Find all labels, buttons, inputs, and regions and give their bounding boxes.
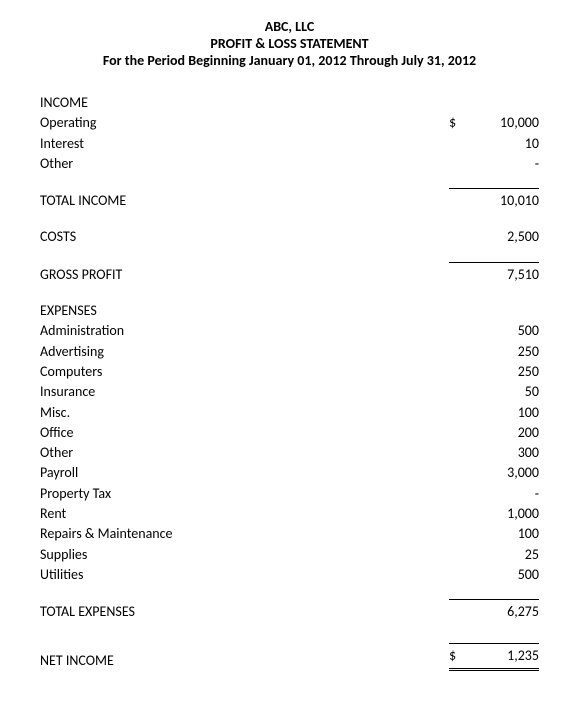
expenses-item-label: Insurance — [40, 382, 449, 402]
expenses-item-label: Computers — [40, 362, 449, 382]
expenses-line-item: Supplies25 — [40, 545, 539, 565]
total-expenses-value: 6,275 — [449, 599, 539, 622]
net-income-row: NET INCOME $ 1,235 — [40, 639, 539, 671]
report-period: For the Period Beginning January 01, 201… — [40, 52, 539, 69]
expenses-line-item: Utilities500 — [40, 565, 539, 585]
expenses-item-value: 100 — [449, 524, 539, 544]
expenses-line-item: Advertising250 — [40, 342, 539, 362]
expenses-item-value: 50 — [449, 382, 539, 402]
income-item-label: Other — [40, 154, 449, 174]
net-income-value: $ 1,235 — [449, 643, 539, 671]
report-header: ABC, LLC PROFIT & LOSS STATEMENT For the… — [40, 18, 539, 69]
expenses-item-label: Repairs & Maintenance — [40, 524, 449, 544]
total-expenses-row: TOTAL EXPENSES 6,275 — [40, 595, 539, 622]
expenses-item-value: 3,000 — [449, 463, 539, 483]
expenses-line-item: Computers250 — [40, 362, 539, 382]
income-item-label: Operating — [40, 113, 449, 133]
expenses-item-label: Office — [40, 423, 449, 443]
expenses-line-item: Other300 — [40, 443, 539, 463]
expenses-section-header: EXPENSES — [40, 301, 539, 321]
income-label: INCOME — [40, 93, 449, 113]
report-title: PROFIT & LOSS STATEMENT — [40, 35, 539, 52]
expenses-item-value: 100 — [449, 403, 539, 423]
expenses-item-label: Utilities — [40, 565, 449, 585]
costs-row: COSTS 2,500 — [40, 227, 539, 247]
total-expenses-label: TOTAL EXPENSES — [40, 602, 449, 622]
expenses-item-label: Property Tax — [40, 484, 449, 504]
expenses-line-item: Property Tax- — [40, 484, 539, 504]
expenses-item-value: 500 — [449, 321, 539, 341]
expenses-line-item: Administration500 — [40, 321, 539, 341]
expenses-item-value: 500 — [449, 565, 539, 585]
expenses-line-item: Office200 — [40, 423, 539, 443]
expenses-item-label: Other — [40, 443, 449, 463]
income-item-value: 10 — [449, 134, 539, 154]
income-line-item: Other- — [40, 154, 539, 174]
net-income-label: NET INCOME — [40, 651, 449, 671]
expenses-item-label: Supplies — [40, 545, 449, 565]
gross-profit-value: 7,510 — [449, 262, 539, 285]
expenses-item-label: Administration — [40, 321, 449, 341]
income-item-label: Interest — [40, 134, 449, 154]
company-name: ABC, LLC — [40, 18, 539, 35]
expenses-line-item: Rent1,000 — [40, 504, 539, 524]
expenses-item-label: Rent — [40, 504, 449, 524]
expenses-item-value: 250 — [449, 362, 539, 382]
expenses-item-value: - — [449, 484, 539, 504]
income-line-item: Operating$10,000 — [40, 113, 539, 133]
expenses-item-label: Misc. — [40, 403, 449, 423]
income-section-header: INCOME — [40, 93, 539, 113]
total-income-label: TOTAL INCOME — [40, 191, 449, 211]
expenses-line-item: Misc.100 — [40, 403, 539, 423]
gross-profit-row: GROSS PROFIT 7,510 — [40, 258, 539, 285]
gross-profit-label: GROSS PROFIT — [40, 265, 449, 285]
expenses-item-value: 300 — [449, 443, 539, 463]
income-item-value: $10,000 — [449, 113, 539, 133]
expenses-line-item: Insurance50 — [40, 382, 539, 402]
total-income-row: TOTAL INCOME 10,010 — [40, 184, 539, 211]
expenses-item-label: Advertising — [40, 342, 449, 362]
expenses-item-value: 25 — [449, 545, 539, 565]
expenses-item-value: 1,000 — [449, 504, 539, 524]
income-line-item: Interest10 — [40, 134, 539, 154]
total-income-value: 10,010 — [449, 188, 539, 211]
income-item-value: - — [449, 154, 539, 174]
expenses-item-label: Payroll — [40, 463, 449, 483]
expenses-line-item: Repairs & Maintenance100 — [40, 524, 539, 544]
expenses-item-value: 200 — [449, 423, 539, 443]
expenses-label: EXPENSES — [40, 301, 449, 321]
costs-value: 2,500 — [449, 227, 539, 247]
costs-label: COSTS — [40, 227, 449, 247]
expenses-line-item: Payroll3,000 — [40, 463, 539, 483]
expenses-item-value: 250 — [449, 342, 539, 362]
